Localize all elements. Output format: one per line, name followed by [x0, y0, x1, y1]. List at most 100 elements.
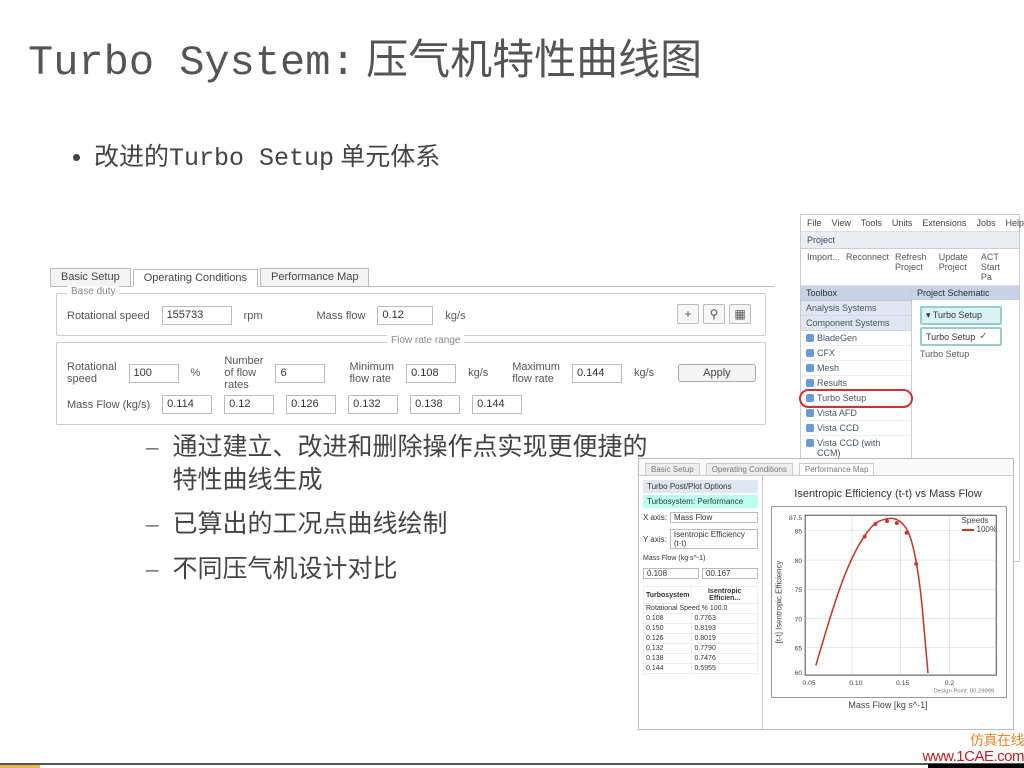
- mf3[interactable]: 0.132: [348, 395, 398, 414]
- mflow-lbl: Mass Flow (kg s^-1): [643, 555, 705, 562]
- bullet-post: 单元体系: [334, 144, 440, 171]
- efficiency-plot: 60 65 70 75 80 85 87.5 0.05 0.10 0.15 0.…: [771, 506, 1007, 698]
- svg-text:75: 75: [795, 587, 803, 594]
- rotpct-unit: %: [191, 367, 201, 379]
- plot-corner: Design Point: 00.29999: [934, 689, 995, 695]
- schem-block-title[interactable]: ▾ Turbo Setup: [920, 306, 1002, 325]
- tab-performance-map[interactable]: Performance Map: [260, 268, 369, 286]
- ysel[interactable]: Isentropic Efficiency (t-t): [670, 529, 758, 549]
- mfrow-label: Mass Flow (kg/s): [67, 399, 150, 411]
- plot-ylabel: [t-t] Isentropic Efficiency: [775, 561, 784, 644]
- bullet-main: 改进的Turbo Setup 单元体系: [94, 137, 954, 173]
- base-duty-group: Base duty + ⚲ ▦ Rotational speed 155733 …: [56, 293, 766, 336]
- item-results[interactable]: Results: [801, 376, 911, 391]
- menu-tools[interactable]: Tools: [861, 218, 882, 228]
- svg-text:70: 70: [795, 617, 803, 624]
- plot-title: Isentropic Efficiency (t-t) vs Mass Flow: [771, 488, 1005, 500]
- options-icon[interactable]: ▦: [729, 304, 751, 324]
- sub-1: 已算出的工况点曲线绘制: [146, 509, 666, 542]
- massflow-input[interactable]: 0.12: [377, 306, 433, 325]
- performance-map-window: Basic Setup Operating Conditions Perform…: [638, 458, 1014, 730]
- tab-basic-setup[interactable]: Basic Setup: [50, 268, 131, 286]
- xsel[interactable]: Mass Flow: [670, 512, 758, 523]
- mf2[interactable]: 0.126: [286, 395, 336, 414]
- maxflow-label: Maximum flow rate: [512, 361, 560, 385]
- pm-data-table: TurbosystemIsentropic Efficien... Rotati…: [643, 586, 758, 674]
- magnify-icon[interactable]: ⚲: [703, 304, 725, 324]
- mflow-from: 0.108: [643, 568, 699, 579]
- menu-ext[interactable]: Extensions: [922, 218, 966, 228]
- pm-tab-perf[interactable]: Performance Map: [799, 463, 875, 475]
- operating-conditions-panel: Basic Setup Operating Conditions Perform…: [50, 268, 774, 425]
- menu-units[interactable]: Units: [892, 218, 913, 228]
- svg-text:0.15: 0.15: [896, 680, 909, 687]
- apply-button[interactable]: Apply: [678, 364, 756, 382]
- base-duty-legend: Base duty: [67, 286, 119, 297]
- minflow-label: Minimum flow rate: [349, 361, 394, 385]
- pm-tab-basic[interactable]: Basic Setup: [645, 463, 700, 475]
- slide-title: Turbo System: 压气机特性曲线图: [28, 26, 1024, 87]
- svg-text:85: 85: [795, 529, 803, 536]
- svg-text:0.10: 0.10: [849, 680, 862, 687]
- maxflow-input[interactable]: 0.144: [572, 364, 622, 383]
- item-turbo-setup[interactable]: Turbo Setup: [801, 391, 911, 406]
- pm-tab-op[interactable]: Operating Conditions: [706, 463, 793, 475]
- menu-jobs[interactable]: Jobs: [976, 218, 995, 228]
- bullet-pre: 改进的: [94, 144, 169, 171]
- tb-reconnect[interactable]: Reconnect: [846, 252, 889, 282]
- watermark-cae: 仿真在线 www.1CAE.com: [922, 735, 1024, 764]
- tb-refresh[interactable]: Refresh Project: [895, 252, 933, 282]
- svg-text:65: 65: [795, 646, 803, 653]
- svg-text:80: 80: [795, 558, 803, 565]
- schem-block-row[interactable]: Turbo Setup✓: [920, 327, 1002, 346]
- minflow-input[interactable]: 0.108: [406, 364, 456, 383]
- rotspeed-input[interactable]: 155733: [162, 306, 232, 325]
- flowrate-group: Flow rate range Rotational speed 100 % N…: [56, 342, 766, 425]
- tb-import[interactable]: Import...: [807, 252, 840, 282]
- item-bladegen[interactable]: BladeGen: [801, 331, 911, 346]
- pm-sidebar: Turbo Post/Plot Options Turbosystem: Per…: [639, 476, 763, 729]
- tb-act[interactable]: ACT Start Pa: [981, 252, 1013, 282]
- tab-operating-conditions[interactable]: Operating Conditions: [133, 269, 258, 287]
- svg-text:0.05: 0.05: [802, 680, 815, 687]
- item-vista-ccd[interactable]: Vista CCD: [801, 421, 911, 436]
- rotspeed-label: Rotational speed: [67, 310, 150, 322]
- tb-update[interactable]: Update Project: [939, 252, 975, 282]
- maxflow-unit: kg/s: [634, 367, 654, 379]
- pm-sidebar-blue: Turbosystem: Performance: [643, 495, 758, 508]
- rotpct-input[interactable]: 100: [129, 364, 179, 383]
- svg-text:87.5: 87.5: [789, 515, 802, 522]
- ysel-lbl: Y axis:: [643, 535, 667, 544]
- sec-analysis[interactable]: Analysis Systems: [801, 301, 911, 316]
- mf5[interactable]: 0.144: [472, 395, 522, 414]
- sub-2: 不同压气机设计对比: [146, 554, 666, 587]
- item-mesh[interactable]: Mesh: [801, 361, 911, 376]
- sec-component[interactable]: Component Systems: [801, 316, 911, 331]
- nrates-label: Number of flow rates: [224, 355, 263, 391]
- menu-help[interactable]: Help: [1005, 218, 1024, 228]
- item-vista-afd[interactable]: Vista AFD: [801, 406, 911, 421]
- minflow-unit: kg/s: [468, 367, 488, 379]
- rotpct-label: Rotational speed: [67, 361, 117, 385]
- toolbox-header: Toolbox: [801, 286, 911, 301]
- mf0[interactable]: 0.114: [162, 395, 212, 414]
- plot-xlabel: Mass Flow [kg s^-1]: [771, 700, 1005, 710]
- item-cfx[interactable]: CFX: [801, 346, 911, 361]
- nrates-input[interactable]: 6: [275, 364, 325, 383]
- menu-file[interactable]: File: [807, 218, 822, 228]
- mf1[interactable]: 0.12: [224, 395, 274, 414]
- bullet-mono: Turbo Setup: [169, 144, 334, 173]
- mf4[interactable]: 0.138: [410, 395, 460, 414]
- footer: 51 © 2015 ANSYS, Inc. January 19, 2016: [0, 763, 1024, 768]
- rotspeed-unit: rpm: [244, 310, 263, 322]
- menu-view[interactable]: View: [832, 218, 851, 228]
- title-en: Turbo System:: [28, 39, 356, 87]
- add-icon[interactable]: +: [677, 304, 699, 324]
- tab-project[interactable]: Project: [801, 232, 1019, 249]
- svg-text:60: 60: [795, 670, 803, 677]
- sub-0: 通过建立、改进和删除操作点实现更便捷的特性曲线生成: [146, 432, 666, 497]
- massflow-unit: kg/s: [445, 310, 465, 322]
- pm-sidebar-hdr: Turbo Post/Plot Options: [643, 480, 758, 493]
- title-cn: 压气机特性曲线图: [356, 38, 703, 84]
- flowrate-legend: Flow rate range: [387, 335, 464, 346]
